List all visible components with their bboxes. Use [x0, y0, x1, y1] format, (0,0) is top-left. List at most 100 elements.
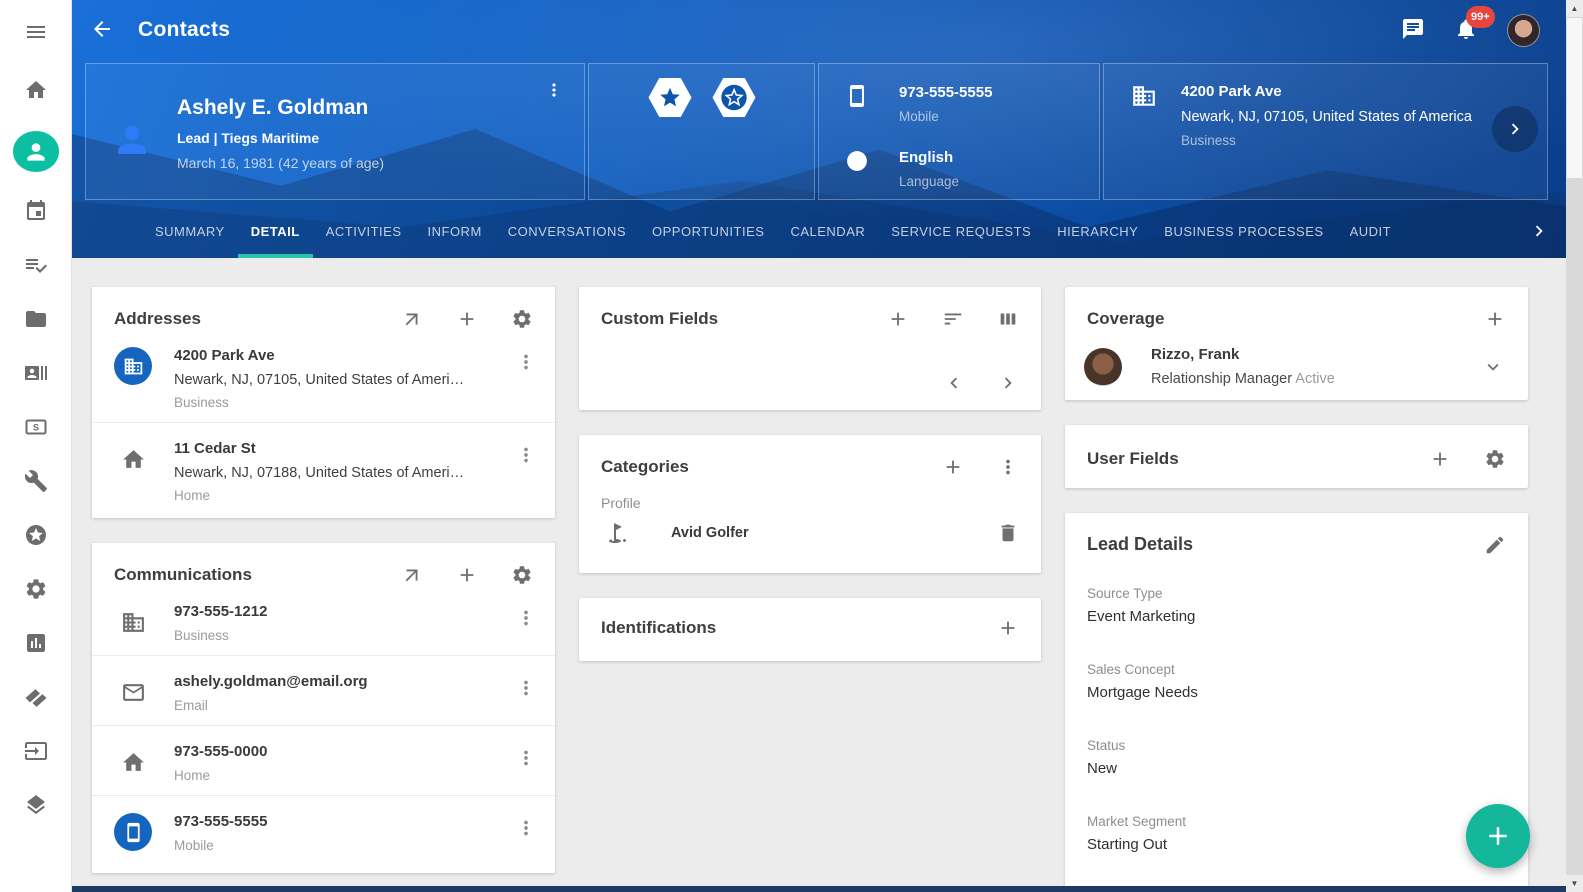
address-line1: 4200 Park Ave	[174, 347, 515, 364]
communication-row-menu-icon[interactable]	[515, 747, 537, 769]
communications-settings-icon[interactable]	[511, 564, 533, 586]
communications-add-icon[interactable]	[456, 564, 478, 586]
scrollbar-up-arrow[interactable]: ▲	[1566, 0, 1583, 17]
category-row[interactable]: Avid Golfer	[579, 511, 1041, 545]
scrollbar-down-arrow[interactable]: ▼	[1566, 875, 1583, 892]
tab-calendar[interactable]: CALENDAR	[777, 205, 878, 258]
address-type: Home	[174, 488, 515, 503]
communication-row[interactable]: 973-555-5555 Mobile	[92, 795, 555, 865]
field-label: Source Type	[1087, 586, 1506, 601]
coverage-row[interactable]: Rizzo, Frank Relationship Manager Active	[1065, 330, 1528, 387]
sign-in-icon[interactable]	[23, 738, 49, 764]
tasks-checklist-icon[interactable]	[23, 252, 49, 278]
add-fab-button[interactable]	[1466, 804, 1530, 868]
tab-business-processes[interactable]: BUSINESS PROCESSES	[1151, 205, 1336, 258]
user-fields-settings-icon[interactable]	[1484, 448, 1506, 470]
star-hexagon-badge-icon[interactable]	[646, 77, 694, 118]
app-window: S Contacts 99+	[0, 0, 1583, 892]
column-middle: Custom Fields Categories	[579, 287, 1041, 892]
communication-row[interactable]: 973-555-1212 Business	[92, 586, 555, 655]
primary-address: 4200 Park Ave Newark, NJ, 07105, United …	[1181, 83, 1472, 199]
address-row[interactable]: 11 Cedar St Newark, NJ, 07188, United St…	[92, 422, 555, 515]
coverage-role-line: Relationship Manager Active	[1151, 371, 1335, 387]
identifications-title: Identifications	[601, 618, 716, 638]
addresses-add-icon[interactable]	[456, 308, 478, 330]
chat-icon[interactable]	[1401, 17, 1427, 43]
scrollbar-thumb[interactable]	[1567, 18, 1582, 178]
custom-fields-add-icon[interactable]	[887, 308, 909, 330]
handshake-icon[interactable]	[23, 684, 49, 710]
star-badge-icon[interactable]	[23, 522, 49, 548]
language-value: English	[899, 149, 959, 166]
custom-fields-prev-page-icon[interactable]	[943, 372, 965, 394]
analytics-chart-icon[interactable]	[23, 630, 49, 656]
calendar-icon[interactable]	[23, 198, 49, 224]
address-row-menu-icon[interactable]	[515, 351, 537, 373]
custom-fields-next-page-icon[interactable]	[997, 372, 1019, 394]
address-row-menu-icon[interactable]	[515, 444, 537, 466]
contact-card-icon[interactable]	[23, 360, 49, 386]
contact-card-menu-icon[interactable]	[544, 80, 566, 102]
address-line2: Newark, NJ, 07188, United States of Amer…	[174, 465, 515, 481]
identifications-add-icon[interactable]	[997, 617, 1019, 639]
communication-row[interactable]: 973-555-0000 Home	[92, 725, 555, 795]
sales-card-icon[interactable]: S	[23, 414, 49, 440]
communication-row[interactable]: ashely.goldman@email.org Email	[92, 655, 555, 725]
tab-audit[interactable]: AUDIT	[1337, 205, 1405, 258]
coverage-status: Active	[1295, 371, 1335, 387]
custom-fields-sort-icon[interactable]	[942, 308, 964, 330]
communication-row-menu-icon[interactable]	[515, 677, 537, 699]
window-bottom-edge	[72, 886, 1566, 892]
settings-gear-icon[interactable]	[23, 576, 49, 602]
tab-inform[interactable]: INFORM	[415, 205, 495, 258]
record-tabs: SUMMARY DETAIL ACTIVITIES INFORM CONVERS…	[72, 205, 1566, 258]
coverage-expand-chevron-icon[interactable]	[1482, 356, 1504, 378]
custom-fields-card: Custom Fields	[579, 287, 1041, 410]
addresses-open-icon[interactable]	[401, 308, 423, 330]
app-bar-actions: 99+	[1401, 14, 1540, 47]
globe-icon	[845, 149, 871, 175]
address-line2: Newark, NJ, 07105, United States of Amer…	[174, 372, 515, 388]
communication-type: Email	[174, 698, 515, 713]
tab-summary[interactable]: SUMMARY	[142, 205, 238, 258]
back-arrow-icon[interactable]	[90, 17, 116, 43]
tab-conversations[interactable]: CONVERSATIONS	[495, 205, 639, 258]
lead-details-edit-icon[interactable]	[1484, 534, 1506, 556]
tab-hierarchy[interactable]: HIERARCHY	[1044, 205, 1151, 258]
communication-value: 973-555-0000	[174, 743, 515, 760]
field-value: Event Marketing	[1087, 608, 1506, 625]
address-type: Business	[174, 395, 515, 410]
folder-icon[interactable]	[23, 306, 49, 332]
tab-service-requests[interactable]: SERVICE REQUESTS	[878, 205, 1044, 258]
vertical-scrollbar[interactable]: ▲ ▼	[1566, 0, 1583, 892]
communication-row-menu-icon[interactable]	[515, 817, 537, 839]
email-icon	[114, 673, 152, 711]
layers-icon[interactable]	[23, 792, 49, 818]
menu-icon[interactable]	[23, 19, 49, 45]
custom-fields-columns-icon[interactable]	[997, 308, 1019, 330]
home-icon[interactable]	[23, 77, 49, 103]
star-circle-hexagon-badge-icon[interactable]	[710, 77, 758, 118]
tabs-overflow-chevron-icon[interactable]	[1528, 220, 1552, 244]
user-fields-add-icon[interactable]	[1429, 448, 1451, 470]
address-row[interactable]: 4200 Park Ave Newark, NJ, 07105, United …	[92, 330, 555, 422]
main-area: Contacts 99+ Ashely E. Goldman Lead | Ti…	[72, 0, 1566, 892]
communication-row-menu-icon[interactable]	[515, 607, 537, 629]
page-header: Contacts 99+ Ashely E. Goldman Lead | Ti…	[72, 0, 1566, 258]
tab-opportunities[interactable]: OPPORTUNITIES	[639, 205, 777, 258]
coverage-role: Relationship Manager	[1151, 371, 1292, 387]
tools-wrench-icon[interactable]	[23, 468, 49, 494]
communications-open-icon[interactable]	[401, 564, 423, 586]
addresses-settings-icon[interactable]	[511, 308, 533, 330]
coverage-add-icon[interactable]	[1484, 308, 1506, 330]
notifications-bell-icon[interactable]: 99+	[1454, 17, 1480, 43]
tab-detail[interactable]: DETAIL	[238, 205, 313, 258]
contacts-icon-active[interactable]	[13, 131, 59, 172]
contact-address-card: 4200 Park Ave Newark, NJ, 07105, United …	[1103, 63, 1548, 200]
tab-activities[interactable]: ACTIVITIES	[313, 205, 415, 258]
category-delete-icon[interactable]	[997, 522, 1019, 544]
categories-menu-icon[interactable]	[997, 456, 1019, 478]
user-avatar[interactable]	[1507, 14, 1540, 47]
categories-add-icon[interactable]	[942, 456, 964, 478]
next-contact-chevron-button[interactable]	[1492, 106, 1538, 152]
